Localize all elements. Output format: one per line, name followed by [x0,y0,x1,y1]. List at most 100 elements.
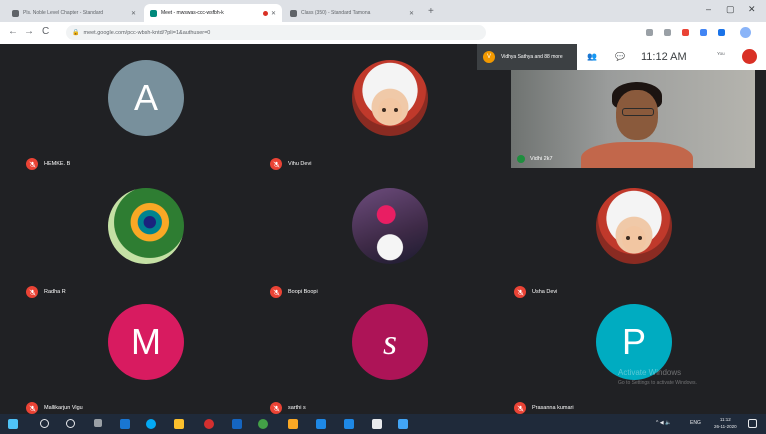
app-icon[interactable] [288,419,298,429]
edge-icon[interactable] [146,419,156,429]
app-icon[interactable] [344,419,354,429]
meet-favicon-icon [150,9,157,17]
you-label: You [717,51,725,56]
watermark-subtitle: Go to Settings to activate Windows. [618,380,697,386]
participant-nameplate: Usha Devi [514,286,557,298]
mic-off-icon [270,158,282,170]
mic-off-icon [270,286,282,298]
tab-title: Pls. Noble Level Chapter - Standard [23,10,104,16]
presenter-body [581,142,693,168]
eye [638,236,642,240]
participant-tile[interactable]: A HEMKE. B [22,56,252,174]
task-view-icon[interactable] [94,419,102,427]
mic-off-icon [514,402,526,414]
notification-icon[interactable] [748,419,757,428]
participant-tile[interactable]: Usha Devi [510,184,740,302]
avatar-letter: A [133,77,158,118]
taskbar-clock[interactable]: 11:12 26-11-2020 [714,416,737,430]
start-icon[interactable] [8,419,18,429]
participant-name: Usha Devi [532,289,558,295]
maximize-button[interactable]: ▢ [726,4,735,15]
close-icon[interactable]: ✕ [271,10,276,17]
browser-tab-3[interactable]: Class (350) - Standard Tamona ✕ [284,4,420,22]
meeting-clock: 11:12 AM [641,51,687,63]
mail-icon[interactable] [232,419,242,429]
address-bar-row: ← → C 🔒 meet.google.com/pcc-wbsh-kntd/?p… [0,22,766,45]
word-icon[interactable] [316,419,326,429]
participant-tile[interactable]: Vihu Devi [266,56,496,174]
tray-icons[interactable]: ^ ◀ 🔈 [656,420,671,426]
participant-nameplate: Prasanna kumari [514,402,574,414]
participant-name: sarthi s [288,405,306,411]
extension-icon[interactable] [700,29,707,36]
profile-avatar[interactable] [740,27,751,38]
presenter-nameplate: Vidhi 2k7 [517,155,553,163]
camera-icon[interactable] [646,29,653,36]
minimize-button[interactable]: – [706,4,711,14]
chat-icon[interactable]: 💬 [615,52,625,61]
peacock-feather-avatar [108,188,184,264]
store-icon[interactable] [120,419,130,429]
opera-icon[interactable] [204,419,214,429]
presenter-video[interactable]: Vidhi 2k7 [511,70,755,168]
close-icon[interactable]: ✕ [131,10,136,17]
reload-button[interactable]: C [42,26,49,37]
url-bar[interactable]: 🔒 meet.google.com/pcc-wbsh-kntd/?pli=1&a… [66,25,486,40]
participant-avatar: A [108,60,184,136]
baby-photo-avatar [352,60,428,136]
lock-icon: 🔒 [72,30,80,36]
participant-tile[interactable]: P Prasanna kumari [510,300,740,418]
participant-nameplate: Boopi Boopi [270,286,318,298]
participant-tile[interactable]: M Mallikarjun Vigu [22,300,252,418]
tab-favicon-icon [290,9,297,17]
eye [382,108,386,112]
participant-tile[interactable]: s sarthi s [266,300,496,418]
participant-tile[interactable]: Radha R [22,184,252,302]
close-icon[interactable]: ✕ [409,10,414,17]
clock-time: 11:12 [719,417,731,422]
language-indicator[interactable]: ENG [690,420,701,426]
participant-tile[interactable]: Boopi Boopi [266,184,496,302]
avatar-letter: M [131,321,161,362]
avatar: V [483,51,495,63]
eye [394,108,398,112]
new-tab-button[interactable]: + [428,6,434,17]
mic-off-icon [270,402,282,414]
browser-tab-2[interactable]: Meet - mwswas-ccc-wsfbh-k ✕ [144,4,282,22]
presenter-glasses [622,108,654,116]
record-extension-icon[interactable] [682,29,689,36]
participant-nameplate: sarthi s [270,402,306,414]
forward-button[interactable]: → [24,26,34,37]
chrome-icon[interactable] [258,419,268,429]
file-explorer-icon[interactable] [174,419,184,429]
speaking-indicator-icon [517,155,525,163]
clock-date: 26-11-2020 [714,424,737,429]
flower-photo-avatar [352,188,428,264]
tab-title: Meet - mwswas-ccc-wsfbh-k [161,10,224,16]
mic-off-icon [26,158,38,170]
mic-off-icon [26,286,38,298]
avatar-letter: P [621,321,646,362]
puzzle-icon[interactable] [718,29,725,36]
mic-off-icon [514,286,526,298]
people-icon[interactable]: 👥 [587,52,597,61]
self-avatar[interactable] [742,49,757,64]
avatar-letter: s [382,322,397,362]
participant-name: Vihu Devi [288,161,312,167]
tab-title: Class (350) - Standard Tamona [301,10,371,16]
photos-icon[interactable] [398,419,408,429]
participant-nameplate: Radha R [26,286,66,298]
activate-windows-watermark: Activate Windows Go to Settings to activ… [618,368,697,388]
participant-name: Radha R [44,289,66,295]
browser-tab-bar: Pls. Noble Level Chapter - Standard ✕ Me… [0,0,766,22]
close-window-button[interactable]: ✕ [748,4,756,15]
back-button[interactable]: ← [8,26,18,37]
participant-name: Prasanna kumari [532,405,574,411]
search-icon[interactable] [40,419,49,428]
participant-name: Boopi Boopi [288,289,318,295]
extension-icon[interactable] [664,29,671,36]
browser-tab-1[interactable]: Pls. Noble Level Chapter - Standard ✕ [6,4,142,22]
cortana-icon[interactable] [66,419,75,428]
watermark-title: Activate Windows [618,368,682,377]
app-icon[interactable] [372,419,382,429]
